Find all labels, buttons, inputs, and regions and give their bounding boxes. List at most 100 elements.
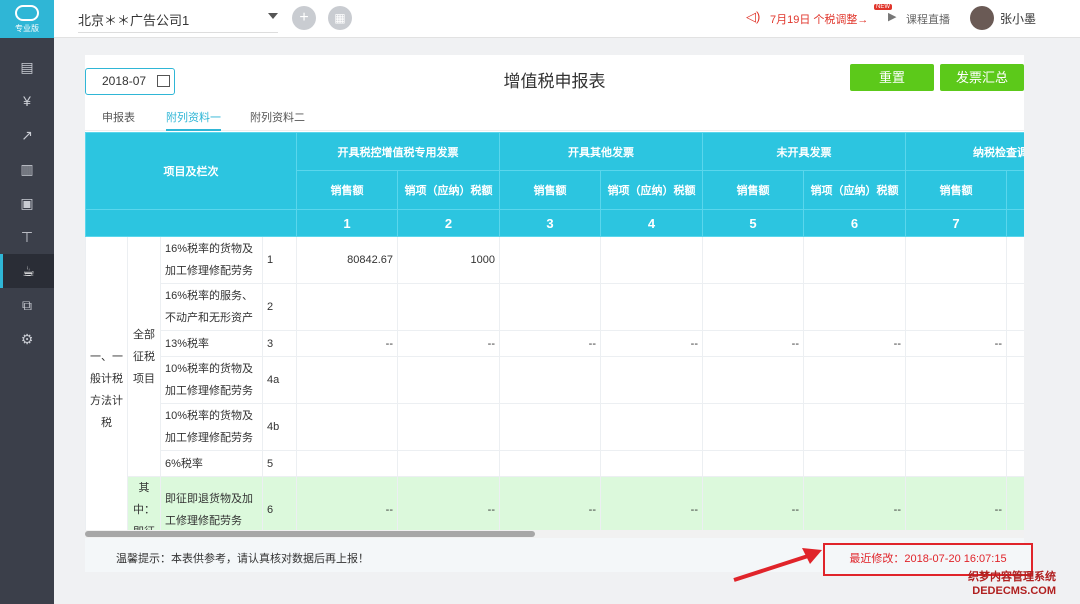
grid-button[interactable]: ▦ (328, 6, 352, 30)
row-desc: 10%税率的货物及加工修理修配劳务 (160, 403, 263, 451)
cell-input[interactable] (1006, 236, 1024, 284)
cell-input[interactable] (499, 283, 601, 331)
sub-header: 销项（应纳）税额 (803, 170, 906, 210)
cell-input[interactable] (499, 403, 601, 451)
sub-header: 销售额 (702, 170, 804, 210)
cell-input[interactable] (499, 236, 601, 284)
cell-input[interactable] (702, 450, 804, 477)
main-panel: 2018-07 增值税申报表 重置 发票汇总 申报表 附列资料一 附列资料二 项… (85, 55, 1024, 572)
cell-input[interactable] (499, 356, 601, 404)
table-body: 一、一般计税方法计税 全部征税项目 16%税率的货物及加工修理修配劳务 1 80… (85, 236, 1024, 530)
logo-edition-label: 专业版 (15, 23, 39, 33)
row-desc: 6%税率 (160, 450, 263, 477)
red-arrow-annotation (733, 548, 822, 582)
vat-attachment-table: 项目及栏次 开具税控增值税专用发票 开具其他发票 未开具发票 纳税检查调 销售额… (85, 132, 1024, 530)
settings-icon[interactable]: ⚙ (0, 322, 54, 356)
cell-input[interactable] (803, 283, 906, 331)
cell-input[interactable] (702, 356, 804, 404)
tab-declaration[interactable]: 申报表 (102, 109, 135, 125)
report-icon[interactable]: ▥ (0, 152, 54, 186)
user-menu[interactable]: 张小墨 (970, 6, 1036, 30)
cell-value: -- (905, 330, 1007, 357)
archive-icon[interactable]: ▣ (0, 186, 54, 220)
cell-input[interactable] (600, 283, 703, 331)
cell-input[interactable] (1006, 450, 1024, 477)
cell-value (1006, 330, 1024, 357)
row-line: 6 (262, 476, 297, 530)
live-course-link[interactable]: 课程直播 (906, 11, 950, 27)
cell-input[interactable] (296, 283, 398, 331)
cell-input[interactable] (296, 356, 398, 404)
cell-value: -- (397, 330, 500, 357)
tax-icon[interactable]: ☕ (0, 254, 54, 288)
cell-input[interactable] (1006, 283, 1024, 331)
cell-input[interactable] (499, 450, 601, 477)
speaker-icon: ◁) (746, 9, 761, 24)
watermark: 织梦内容管理系统 DEDECMS.COM (968, 570, 1056, 598)
watermark-line1: 织梦内容管理系统 (968, 571, 1056, 583)
row-line: 4b (262, 403, 297, 451)
cell-input[interactable] (397, 283, 500, 331)
horizontal-scrollbar[interactable] (85, 530, 1024, 538)
table-row: 其中：即征 即征即退货物及加工修理修配劳务 6 -- -- -- -- -- -… (86, 476, 1024, 530)
subsection-label-2: 其中：即征 (127, 476, 161, 530)
tab-attachment-1[interactable]: 附列资料一 (166, 109, 221, 131)
cell-input[interactable] (702, 283, 804, 331)
cell-input[interactable] (702, 236, 804, 284)
cell-input[interactable] (397, 356, 500, 404)
cell-input[interactable] (397, 403, 500, 451)
cell-input[interactable] (702, 403, 804, 451)
app-logo[interactable]: 专业版 (0, 0, 54, 38)
cell-input[interactable] (905, 283, 1007, 331)
export-icon[interactable]: ⧉ (0, 288, 54, 322)
cell-value: -- (702, 476, 804, 530)
tab-bar: 申报表 附列资料一 附列资料二 (85, 101, 1024, 131)
invoice-icon[interactable]: ¥ (0, 84, 54, 118)
cell-input[interactable] (296, 403, 398, 451)
column-number: 1 (296, 209, 398, 237)
cell-value: -- (499, 476, 601, 530)
sub-header: 销售额 (499, 170, 601, 210)
notice-link[interactable]: 7月19日 个税调整→ (770, 11, 868, 27)
tab-attachment-2[interactable]: 附列资料二 (250, 109, 305, 125)
cell-value: -- (600, 476, 703, 530)
cell-input[interactable] (600, 236, 703, 284)
cell-input[interactable] (905, 356, 1007, 404)
cell-input[interactable] (803, 356, 906, 404)
tool-icon[interactable]: ⊤ (0, 220, 54, 254)
cell-input[interactable] (1006, 356, 1024, 404)
row-line: 2 (262, 283, 297, 331)
cell-input[interactable]: 1000 (397, 236, 500, 284)
chart-icon[interactable]: ↗ (0, 118, 54, 152)
cell-input[interactable] (397, 450, 500, 477)
column-number: 6 (803, 209, 906, 237)
table-row: 一、一般计税方法计税 全部征税项目 16%税率的货物及加工修理修配劳务 1 80… (85, 236, 1024, 530)
cell-input[interactable] (905, 450, 1007, 477)
cell-input[interactable]: 80842.67 (296, 236, 398, 284)
cell-input[interactable] (803, 403, 906, 451)
avatar (970, 6, 994, 30)
cell-value: -- (499, 330, 601, 357)
table-row: 10%税率的货物及加工修理修配劳务 4b (86, 403, 1024, 451)
reset-button[interactable]: 重置 (850, 64, 934, 91)
column-number: 4 (600, 209, 703, 237)
add-button[interactable]: + (292, 6, 316, 30)
cell-input[interactable] (600, 450, 703, 477)
cell-input[interactable] (803, 450, 906, 477)
cell-input[interactable] (905, 236, 1007, 284)
doc-icon[interactable]: ▤ (0, 50, 54, 84)
cell-input[interactable] (1006, 403, 1024, 451)
cell-input[interactable] (803, 236, 906, 284)
cell-input[interactable] (296, 450, 398, 477)
cell-input[interactable] (905, 403, 1007, 451)
company-select[interactable]: 北京＊＊广告公司1 (78, 10, 278, 33)
cell-value: -- (905, 476, 1007, 530)
table-row: 13%税率 3 -- -- -- -- -- -- -- (86, 330, 1024, 357)
scrollbar-thumb[interactable] (85, 531, 535, 537)
cell-input[interactable] (600, 403, 703, 451)
cloud-logo-icon (15, 4, 39, 21)
cell-input[interactable] (600, 356, 703, 404)
section-label: 一、一般计税方法计税 (85, 236, 128, 530)
sub-header: 销 (1006, 170, 1024, 210)
invoice-summary-button[interactable]: 发票汇总 (940, 64, 1024, 91)
